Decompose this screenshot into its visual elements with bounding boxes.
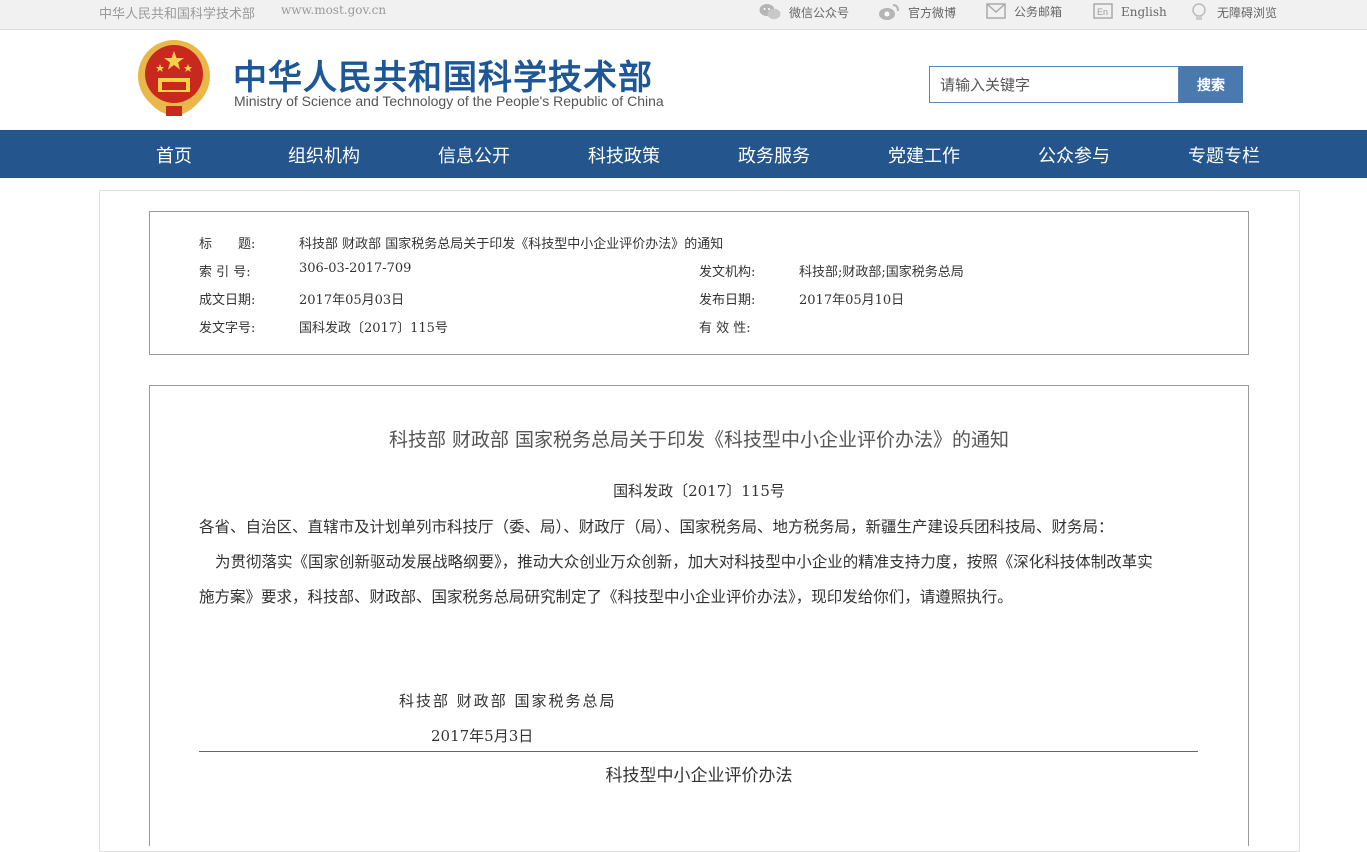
mail-label: 公务邮箱 — [1014, 5, 1063, 19]
wechat-icon — [759, 3, 781, 24]
site-url[interactable]: www.most.gov.cn — [281, 3, 386, 17]
meta-validity-label: 有 效 性: — [699, 321, 751, 336]
divider — [199, 751, 1198, 752]
search-button[interactable]: 搜索 — [1179, 66, 1243, 103]
meta-publish-value: 2017年05月10日 — [799, 293, 905, 308]
nav-item-policy[interactable]: 科技政策 — [588, 142, 660, 168]
meta-date-value: 2017年05月03日 — [299, 293, 405, 308]
national-emblem-logo[interactable] — [136, 38, 212, 118]
mail-icon — [986, 3, 1006, 22]
wechat-link[interactable]: 微信公众号 — [759, 3, 849, 24]
weibo-icon — [878, 3, 900, 24]
document-paragraph-line-1: 为贯彻落实《国家创新驱动发展战略纲要》，推动大众创业万众创新，加大对科技型中小企… — [215, 553, 1153, 571]
attachment-title: 科技型中小企业评价办法 — [605, 766, 793, 786]
accessibility-icon — [1189, 3, 1209, 24]
weibo-link[interactable]: 官方微博 — [878, 3, 956, 24]
meta-docno-label: 发文字号: — [199, 321, 256, 336]
site-title-en: Ministry of Science and Technology of th… — [234, 93, 664, 109]
nav-item-services[interactable]: 政务服务 — [738, 142, 810, 168]
document-title: 科技部 财政部 国家税务总局关于印发《科技型中小企业评价办法》的通知 — [388, 429, 1010, 451]
meta-publish-label: 发布日期: — [699, 293, 756, 308]
meta-index-label: 索 引 号: — [199, 265, 251, 280]
nav-item-organization[interactable]: 组织机构 — [288, 142, 360, 168]
english-label: English — [1121, 5, 1167, 19]
main-nav: 首页 组织机构 信息公开 科技政策 政务服务 党建工作 公众参与 专题专栏 — [0, 130, 1367, 178]
english-icon: En — [1093, 3, 1113, 22]
english-link[interactable]: En English — [1093, 3, 1167, 22]
document-sign-date: 2017年5月3日 — [431, 727, 534, 745]
meta-index-value: 306-03-2017-709 — [299, 261, 412, 276]
document-recipients: 各省、自治区、直辖市及计划单列市科技厅（委、局）、财政厅（局）、国家税务局、地方… — [199, 518, 1114, 536]
accessibility-label: 无障碍浏览 — [1217, 6, 1278, 20]
nav-item-topics[interactable]: 专题专栏 — [1188, 142, 1260, 168]
site-title-cn: 中华人民共和国科学技术部 — [233, 58, 653, 98]
nav-item-party[interactable]: 党建工作 — [888, 142, 960, 168]
weibo-label: 官方微博 — [908, 6, 957, 20]
accessibility-link[interactable]: 无障碍浏览 — [1189, 3, 1277, 24]
svg-text:En: En — [1097, 7, 1108, 17]
meta-issuer-label: 发文机构: — [699, 265, 756, 280]
nav-item-information[interactable]: 信息公开 — [438, 142, 510, 168]
meta-title-label: 标 题: — [199, 237, 256, 252]
document-signature: 科技部 财政部 国家税务总局 — [399, 692, 617, 710]
meta-docno-value: 国科发政〔2017〕115号 — [299, 321, 448, 336]
document-paragraph-line-2: 施方案》要求，科技部、财政部、国家税务总局研究制定了《科技型中小企业评价办法》，… — [199, 588, 1013, 606]
wechat-label: 微信公众号 — [789, 6, 850, 20]
search-input[interactable] — [929, 66, 1179, 103]
site-name: 中华人民共和国科学技术部 — [99, 7, 256, 22]
document-number: 国科发政〔2017〕115号 — [613, 482, 785, 500]
meta-title-value: 科技部 财政部 国家税务总局关于印发《科技型中小企业评价办法》的通知 — [299, 237, 724, 252]
meta-date-label: 成文日期: — [199, 293, 256, 308]
mail-link[interactable]: 公务邮箱 — [986, 3, 1062, 22]
top-bar: 中华人民共和国科学技术部 www.most.gov.cn 微信公众号 官方微博 … — [0, 0, 1367, 30]
nav-item-home[interactable]: 首页 — [156, 142, 192, 168]
meta-issuer-value: 科技部;财政部;国家税务总局 — [799, 265, 964, 280]
nav-item-public[interactable]: 公众参与 — [1038, 142, 1110, 168]
